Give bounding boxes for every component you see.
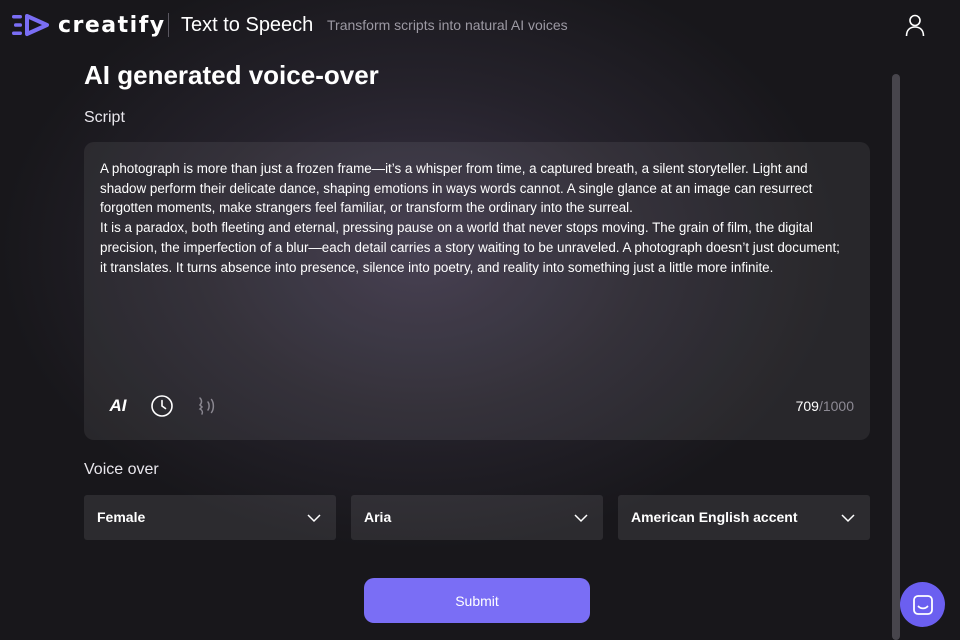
script-input[interactable]: A photograph is more than just a frozen … <box>100 159 848 359</box>
chevron-down-icon <box>307 514 321 523</box>
brand-logo[interactable]: creatify <box>12 12 166 38</box>
user-icon[interactable] <box>903 13 927 37</box>
ai-assist-label: AI <box>109 396 127 415</box>
history-button[interactable] <box>150 394 174 418</box>
voice-value: Aria <box>364 509 392 525</box>
chat-support-button[interactable] <box>900 582 945 627</box>
character-limit: /1000 <box>818 398 854 414</box>
voice-select[interactable]: Aria <box>351 495 603 540</box>
page-title: AI generated voice-over <box>84 60 379 90</box>
product-subtitle: Transform scripts into natural AI voices <box>327 17 568 33</box>
page-scrollbar[interactable] <box>892 74 900 640</box>
voice-icon <box>198 397 215 415</box>
accent-select[interactable]: American English accent <box>618 495 870 540</box>
ai-assist-button[interactable]: AI <box>106 394 130 418</box>
gender-value: Female <box>97 509 146 525</box>
chevron-down-icon <box>841 514 855 523</box>
voice-over-label: Voice over <box>84 461 159 478</box>
accent-value: American English accent <box>631 509 798 525</box>
chevron-down-icon <box>574 514 588 523</box>
character-count: 709 <box>795 398 819 414</box>
submit-button[interactable]: Submit <box>364 578 590 623</box>
header-divider <box>168 13 169 37</box>
script-editor: A photograph is more than just a frozen … <box>84 142 870 440</box>
chat-icon <box>912 594 933 615</box>
script-label: Script <box>84 109 125 126</box>
logo-icon <box>12 14 49 36</box>
gender-select[interactable]: Female <box>84 495 336 540</box>
top-bar: creatify Text to Speech Transform script… <box>0 0 960 50</box>
brand-name: creatify <box>58 12 166 38</box>
product-title: Text to Speech <box>181 14 314 36</box>
character-counter: 709/1000 <box>796 398 854 414</box>
history-icon <box>151 395 173 417</box>
voice-preview-button[interactable] <box>195 394 219 418</box>
